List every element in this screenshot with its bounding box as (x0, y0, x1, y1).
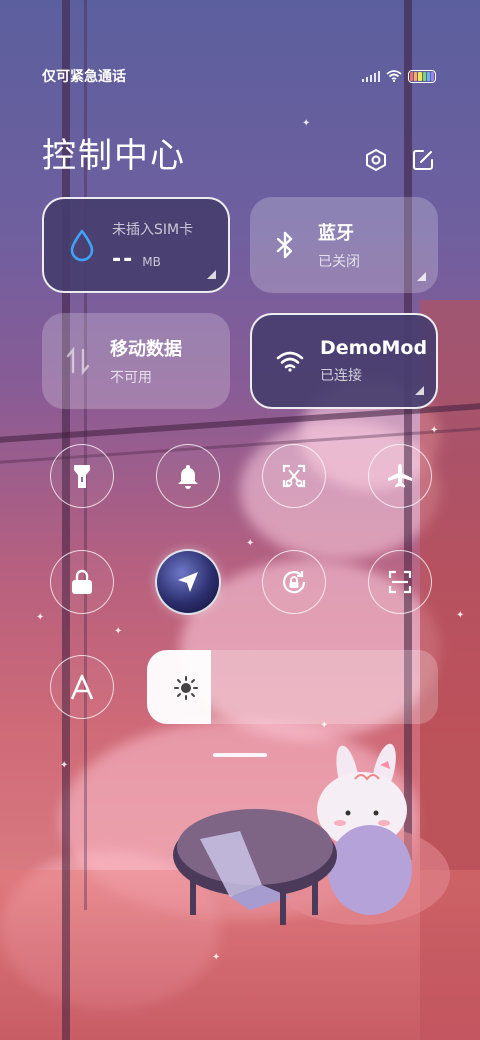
flashlight-toggle[interactable] (50, 444, 114, 508)
scan-toggle[interactable] (368, 550, 432, 614)
battery-segment (430, 71, 435, 81)
brightness-slider[interactable] (147, 650, 438, 724)
water-drop-icon (70, 229, 94, 262)
data-usage-value: -- (112, 246, 135, 272)
gear-hex-icon (366, 149, 386, 171)
screenshot-toggle[interactable] (262, 444, 326, 508)
bluetooth-status: 已关闭 (318, 254, 360, 270)
mobile-data-icon (66, 346, 90, 376)
airplane-toggle[interactable] (368, 444, 432, 508)
flashlight-icon (74, 465, 90, 488)
wifi-status: 已连接 (320, 368, 362, 384)
lock-screen-toggle[interactable] (50, 550, 114, 614)
expand-corner-icon (415, 386, 424, 395)
data-usage-tile[interactable]: 未插入SIM卡 -- MB (42, 197, 230, 293)
mobile-data-status: 不可用 (110, 370, 152, 386)
font-size-toggle[interactable] (50, 655, 114, 719)
wifi-icon (276, 351, 304, 372)
battery-segment (414, 71, 418, 81)
page-title: 控制中心 (42, 136, 186, 176)
mobile-data-tile[interactable]: 移动数据 不可用 (42, 313, 230, 409)
wifi-status-icon (386, 70, 402, 82)
bluetooth-tile[interactable]: 蓝牙 已关闭 (250, 197, 438, 293)
data-usage-unit: MB (142, 254, 161, 269)
auto-rotate-toggle[interactable] (262, 550, 326, 614)
wifi-network-name: DemoMod (320, 337, 428, 359)
battery-segment (410, 71, 414, 81)
mobile-data-label: 移动数据 (110, 339, 182, 360)
bell-icon (178, 465, 198, 489)
bunny-illustration (173, 743, 450, 925)
location-arrow-icon (178, 572, 198, 592)
rotate-lock-icon (282, 571, 306, 594)
carrier-status-text: 仅可紧急通话 (42, 69, 126, 85)
settings-button[interactable] (362, 146, 390, 174)
expand-corner-icon (417, 272, 426, 281)
sun-icon (174, 676, 198, 700)
scan-icon (388, 570, 412, 594)
battery-segment (422, 71, 426, 81)
ring-toggle[interactable] (156, 444, 220, 508)
battery-segment (418, 71, 422, 81)
screenshot-icon (282, 464, 306, 488)
battery-segment (426, 71, 430, 81)
expand-corner-icon (207, 270, 216, 279)
status-bar: 仅可紧急通话 (42, 66, 436, 86)
edit-button[interactable] (409, 146, 437, 174)
edit-icon (413, 150, 433, 170)
dismiss-handle[interactable] (213, 753, 267, 757)
wifi-tile[interactable]: DemoMod 已连接 (250, 313, 438, 409)
bluetooth-icon (276, 231, 293, 259)
signal-icon (362, 70, 380, 82)
font-a-icon (70, 674, 94, 700)
location-toggle[interactable] (155, 549, 221, 615)
data-usage-label: 未插入SIM卡 (112, 221, 194, 238)
airplane-icon (388, 464, 412, 488)
battery-icon (408, 69, 436, 83)
bluetooth-label: 蓝牙 (318, 223, 354, 244)
lock-icon (72, 569, 92, 594)
